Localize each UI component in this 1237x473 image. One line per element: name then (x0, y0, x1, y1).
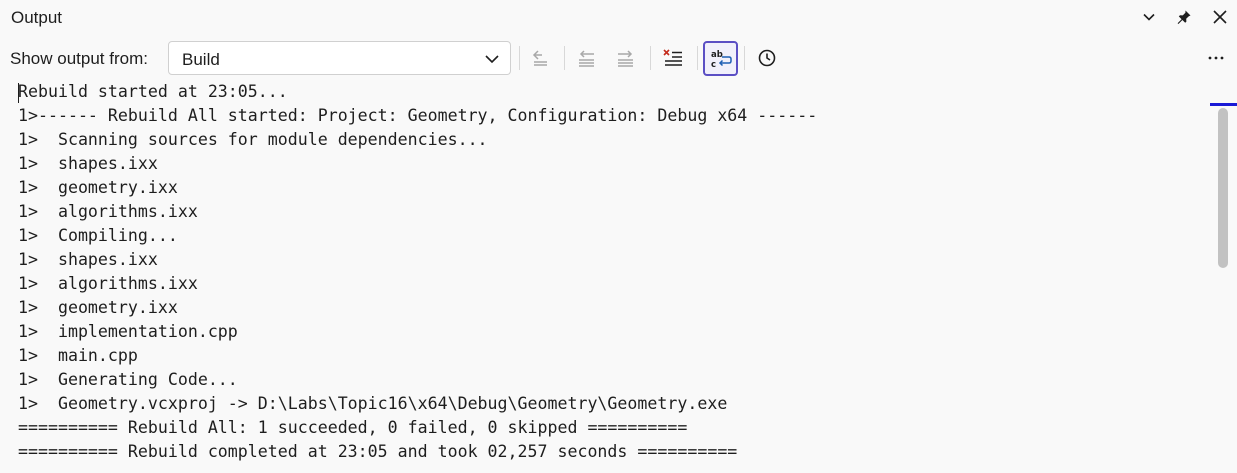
pin-button[interactable] (1173, 6, 1195, 28)
toggle-word-wrap-button[interactable]: ab c (703, 41, 738, 76)
output-source-value: Build (182, 50, 220, 69)
toolbar-separator (650, 46, 651, 70)
output-line: 1> Scanning sources for module dependenc… (18, 130, 488, 149)
toolbar-separator (564, 46, 565, 70)
word-wrap-icon: ab c (711, 50, 732, 70)
window-position-button[interactable] (1138, 6, 1160, 28)
svg-text:ab: ab (711, 50, 723, 60)
output-line: 1> algorithms.ixx (18, 202, 198, 221)
show-output-label: Show output from: (10, 49, 148, 68)
more-options-icon (1208, 56, 1224, 60)
output-source-dropdown[interactable]: Build (168, 41, 511, 75)
toolbar-separator (744, 46, 745, 70)
svg-text:c: c (711, 60, 716, 70)
scrollbar-thumb[interactable] (1218, 108, 1228, 268)
toolbar-separator (519, 46, 520, 70)
pin-icon (1177, 10, 1191, 24)
close-button[interactable] (1209, 6, 1231, 28)
output-line: 1> geometry.ixx (18, 298, 178, 317)
previous-message-icon (579, 50, 594, 67)
show-timestamps-button[interactable] (751, 42, 783, 74)
output-line: Rebuild started at 23:05... (18, 82, 288, 101)
chevron-down-icon (485, 55, 499, 64)
find-message-in-code-button[interactable] (524, 42, 556, 74)
panel-title: Output (11, 8, 63, 27)
output-line: 1>------ Rebuild All started: Project: G… (18, 106, 818, 125)
output-title-bar: Output (0, 0, 1237, 36)
clear-all-icon (663, 49, 682, 66)
next-message-icon (618, 50, 633, 67)
clock-icon (758, 49, 776, 67)
clear-all-button[interactable] (657, 42, 689, 74)
scroll-position-marker (1210, 103, 1237, 106)
output-line: ========== Rebuild All: 1 succeeded, 0 f… (18, 418, 688, 437)
output-line: ========== Rebuild completed at 23:05 an… (18, 442, 738, 461)
chevron-down-icon (1143, 13, 1155, 21)
more-options-button[interactable] (1200, 42, 1232, 74)
output-line: 1> Geometry.vcxproj -> D:\Labs\Topic16\x… (18, 394, 728, 413)
output-line: 1> algorithms.ixx (18, 274, 198, 293)
close-icon (1213, 10, 1227, 24)
output-line: 1> Generating Code... (18, 370, 238, 389)
output-line: 1> Compiling... (18, 226, 178, 245)
output-toolbar: Show output from: Build ab c (0, 38, 1237, 78)
output-text-area[interactable]: Rebuild started at 23:05... 1>------ Rebu… (0, 80, 1210, 473)
vertical-scrollbar[interactable] (1210, 80, 1237, 473)
output-line: 1> main.cpp (18, 346, 138, 365)
toolbar-separator (697, 46, 698, 70)
next-message-button[interactable] (609, 42, 641, 74)
output-line: 1> geometry.ixx (18, 178, 178, 197)
output-line: 1> shapes.ixx (18, 154, 158, 173)
output-line: 1> implementation.cpp (18, 322, 238, 341)
previous-message-button[interactable] (571, 42, 603, 74)
output-line: 1> shapes.ixx (18, 250, 158, 269)
find-message-icon (532, 50, 547, 66)
